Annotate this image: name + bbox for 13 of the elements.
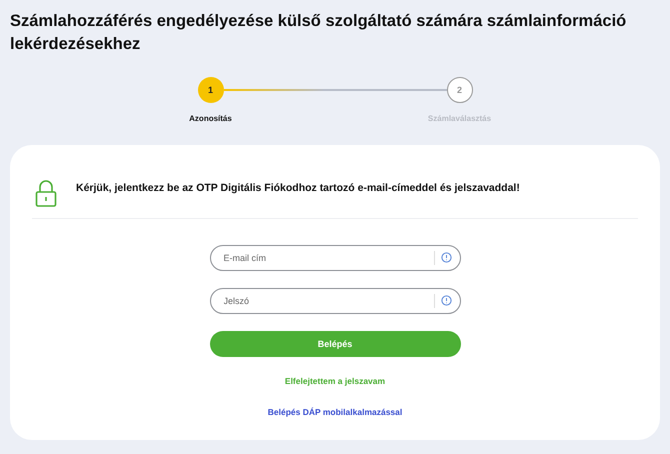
page-title: Számlahozzáférés engedélyezése külső szolgáltató számára számlainformáció lekérdezésekhez	[10, 11, 628, 55]
step-number: 1	[198, 77, 224, 103]
login-instruction: Kérjük, jelentkezz be az OTP Digitális Fiókodhoz tartozó e-mail-címeddel és jelszavaddal!	[76, 182, 520, 194]
step-label: Azonosítás	[189, 114, 232, 123]
text-link[interactable]: Elfelejtettem a jelszavam	[284, 376, 386, 386]
password-field[interactable]: Jelszó	[210, 288, 460, 314]
info-icon[interactable]	[440, 295, 452, 306]
text-link[interactable]: Belépés DÁP mobilalkalmazással	[268, 407, 402, 417]
info-icon[interactable]	[440, 252, 452, 263]
step-number: 2	[446, 77, 472, 103]
email-field[interactable]: E-mail cím	[210, 245, 460, 271]
login-button[interactable]: Belépés	[210, 331, 460, 357]
lock-icon	[35, 180, 57, 208]
